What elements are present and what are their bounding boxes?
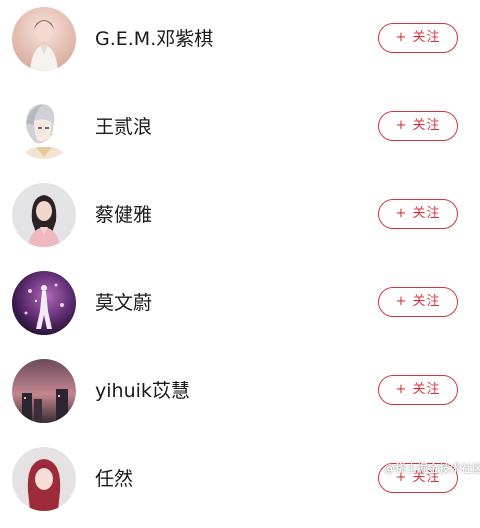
list-item[interactable]: 王贰浪 + 关注 — [0, 88, 480, 176]
avatar[interactable] — [12, 7, 76, 71]
list-item[interactable]: 莫文蔚 + 关注 — [0, 264, 480, 352]
user-name[interactable]: 王贰浪 — [95, 111, 152, 143]
list-item[interactable]: 任然 + 关注 — [0, 440, 480, 528]
avatar-image — [12, 7, 76, 71]
user-name[interactable]: 蔡健雅 — [95, 199, 152, 231]
watermark: @稀土掘金技术社区 — [384, 462, 480, 475]
follow-button[interactable]: + 关注 — [378, 23, 458, 53]
follow-list: G.E.M.邓紫棋 + 关注 王贰浪 + 关注 蔡健雅 + 关注 莫文蔚 + 关… — [0, 0, 480, 511]
avatar-image — [12, 271, 76, 335]
list-item[interactable]: G.E.M.邓紫棋 + 关注 — [0, 0, 480, 88]
avatar-image — [12, 447, 76, 511]
follow-button[interactable]: + 关注 — [378, 375, 458, 405]
avatar[interactable] — [12, 447, 76, 511]
list-item[interactable]: 蔡健雅 + 关注 — [0, 176, 480, 264]
user-name[interactable]: 莫文蔚 — [95, 287, 152, 319]
avatar[interactable] — [12, 95, 76, 159]
avatar[interactable] — [12, 359, 76, 423]
avatar-image — [12, 359, 76, 423]
follow-button[interactable]: + 关注 — [378, 111, 458, 141]
user-name[interactable]: G.E.M.邓紫棋 — [95, 23, 213, 55]
avatar-image — [12, 95, 76, 159]
user-name[interactable]: 任然 — [95, 463, 133, 495]
list-item[interactable]: yihuik苡慧 + 关注 — [0, 352, 480, 440]
avatar[interactable] — [12, 271, 76, 335]
avatar-image — [12, 183, 76, 247]
follow-button[interactable]: + 关注 — [378, 287, 458, 317]
avatar[interactable] — [12, 183, 76, 247]
user-name[interactable]: yihuik苡慧 — [95, 375, 190, 407]
follow-button[interactable]: + 关注 — [378, 199, 458, 229]
